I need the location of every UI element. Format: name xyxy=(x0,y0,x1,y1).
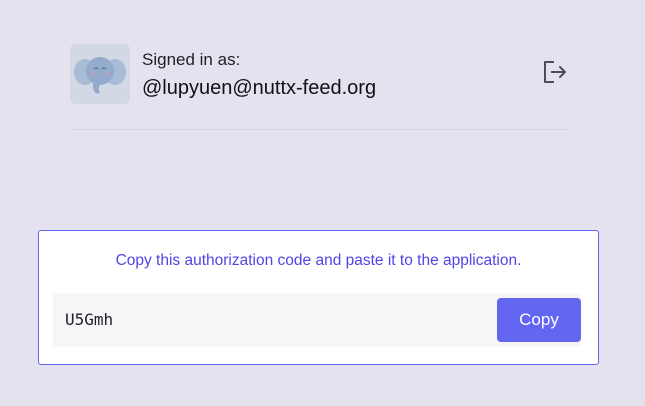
header-divider xyxy=(70,129,570,130)
elephant-avatar-icon xyxy=(70,44,130,104)
authorization-code-row: Copy xyxy=(53,293,581,347)
copy-button[interactable]: Copy xyxy=(497,298,581,342)
authorization-card: Copy this authorization code and paste i… xyxy=(38,230,599,365)
authorization-instruction: Copy this authorization code and paste i… xyxy=(115,252,522,269)
logout-button[interactable] xyxy=(540,57,570,87)
authorization-code-field[interactable] xyxy=(65,307,119,333)
avatar xyxy=(70,44,130,104)
account-header: Signed in as: @lupyuen@nuttx-feed.org xyxy=(70,44,570,104)
account-handle: @lupyuen@nuttx-feed.org xyxy=(142,77,377,99)
logout-icon xyxy=(544,61,566,83)
signed-in-label: Signed in as: xyxy=(142,50,241,69)
